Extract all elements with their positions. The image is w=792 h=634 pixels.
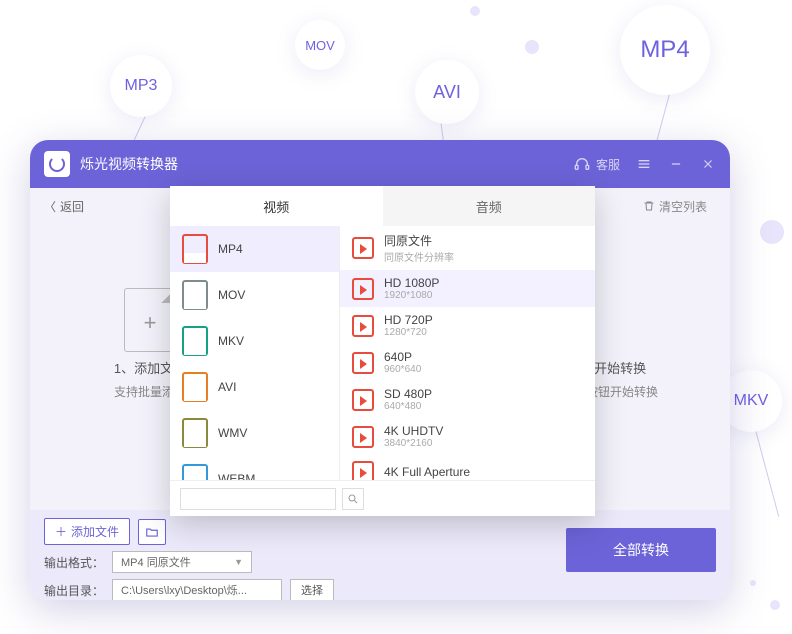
folder-icon (145, 525, 159, 539)
clear-label: 清空列表 (659, 198, 707, 215)
connector-line (755, 430, 779, 517)
resolution-label: SD 480P (384, 387, 432, 401)
resolution-sub: 1280*720 (384, 327, 433, 338)
browse-button[interactable]: 选择 (290, 579, 334, 600)
plus-icon: ＋ (55, 523, 67, 540)
format-item[interactable]: MOV (170, 272, 339, 318)
search-row (170, 480, 595, 516)
video-icon (352, 278, 374, 300)
tab-audio[interactable]: 音频 (383, 186, 596, 226)
video-icon (352, 352, 374, 374)
tab-video[interactable]: 视频 (170, 186, 383, 226)
resolution-sub: 1920*1080 (384, 290, 439, 301)
close-icon[interactable] (700, 156, 716, 172)
titlebar: 烁光视频转换器 客服 (30, 140, 730, 188)
chevron-left-icon: 〈 (44, 198, 56, 215)
resolution-label: 同原文件 (384, 232, 454, 249)
file-icon (182, 326, 208, 356)
file-icon (182, 280, 208, 310)
customer-service-button[interactable]: 客服 (574, 156, 620, 173)
add-file-icon[interactable] (124, 288, 176, 352)
format-item[interactable]: WMV (170, 410, 339, 456)
app-logo (44, 151, 70, 177)
format-item[interactable]: AVI (170, 364, 339, 410)
decorative-dot (770, 600, 780, 610)
resolution-list[interactable]: 同原文件同原文件分辨率HD 1080P1920*1080HD 720P1280*… (340, 226, 595, 480)
search-button[interactable] (342, 488, 364, 510)
convert-all-button[interactable]: 全部转换 (566, 528, 716, 572)
bubble-label: MKV (734, 392, 769, 410)
format-item[interactable]: MKV (170, 318, 339, 364)
resolution-sub: 640*480 (384, 401, 432, 412)
add-file-button[interactable]: ＋ 添加文件 (44, 518, 130, 545)
add-folder-button[interactable] (138, 519, 166, 545)
video-icon (352, 426, 374, 448)
search-input[interactable] (180, 488, 336, 510)
search-icon (347, 493, 359, 505)
format-item[interactable]: WEBM (170, 456, 339, 480)
resolution-label: HD 720P (384, 313, 433, 327)
format-label: MOV (218, 288, 245, 302)
back-button[interactable]: 〈 返回 (44, 198, 84, 215)
bubble-label: MP4 (640, 36, 689, 64)
bubble-label: MP3 (125, 77, 158, 95)
bubble-mp3: MP3 (110, 55, 172, 117)
file-icon (182, 372, 208, 402)
format-popup: 视频 音频 MP4MOVMKVAVIWMVWEBMFLV 同原文件同原文件分辨率… (170, 186, 595, 516)
resolution-sub: 960*640 (384, 364, 421, 375)
resolution-label: HD 1080P (384, 276, 439, 290)
format-item[interactable]: MP4 (170, 226, 339, 272)
minimize-icon[interactable] (668, 156, 684, 172)
output-format-select[interactable]: MP4 同原文件 ▼ (112, 551, 252, 573)
resolution-label: 640P (384, 350, 421, 364)
resolution-item[interactable]: SD 480P640*480 (340, 381, 595, 418)
chevron-down-icon: ▼ (234, 557, 243, 567)
app-title: 烁光视频转换器 (80, 154, 574, 174)
bubble-label: AVI (433, 82, 461, 103)
resolution-label: 4K Full Aperture (384, 465, 470, 479)
back-label: 返回 (60, 198, 84, 215)
decorative-dot (470, 6, 480, 16)
menu-icon[interactable] (636, 156, 652, 172)
decorative-dot (760, 220, 784, 244)
file-icon (182, 234, 208, 264)
decorative-dot (750, 580, 756, 586)
resolution-item[interactable]: 4K Full Aperture (340, 455, 595, 480)
resolution-item[interactable]: HD 720P1280*720 (340, 307, 595, 344)
resolution-item[interactable]: 640P960*640 (340, 344, 595, 381)
add-file-label: 添加文件 (71, 523, 119, 540)
resolution-sub: 3840*2160 (384, 438, 443, 449)
format-label: 输出格式： (44, 554, 104, 571)
format-label: WMV (218, 426, 247, 440)
bubble-avi: AVI (415, 60, 479, 124)
bubble-mp4: MP4 (620, 5, 710, 95)
bottom-bar: ＋ 添加文件 输出格式： MP4 同原文件 ▼ 输出目录： C:\Users\l… (30, 510, 730, 600)
format-value: MP4 同原文件 (121, 554, 191, 570)
video-icon (352, 389, 374, 411)
file-icon (182, 418, 208, 448)
resolution-item[interactable]: 同原文件同原文件分辨率 (340, 226, 595, 270)
format-list[interactable]: MP4MOVMKVAVIWMVWEBMFLV (170, 226, 340, 480)
resolution-sub: 同原文件分辨率 (384, 249, 454, 264)
format-label: MKV (218, 334, 244, 348)
output-dir-label: 输出目录： (44, 582, 104, 599)
resolution-item[interactable]: HD 1080P1920*1080 (340, 270, 595, 307)
resolution-item[interactable]: 4K UHDTV3840*2160 (340, 418, 595, 455)
video-icon (352, 315, 374, 337)
format-label: MP4 (218, 242, 243, 256)
trash-icon (643, 200, 655, 212)
resolution-label: 4K UHDTV (384, 424, 443, 438)
video-icon (352, 461, 374, 480)
output-dir-value: C:\Users\lxy\Desktop\烁... (112, 579, 282, 600)
clear-list-button[interactable]: 清空列表 (634, 193, 716, 220)
bubble-mov: MOV (295, 20, 345, 70)
decorative-dot (525, 40, 539, 54)
bubble-label: MOV (305, 38, 335, 53)
format-label: AVI (218, 380, 236, 394)
cs-label: 客服 (596, 156, 620, 173)
video-icon (352, 237, 374, 259)
file-icon (182, 464, 208, 480)
headset-icon (574, 156, 590, 172)
format-label: WEBM (218, 472, 255, 480)
